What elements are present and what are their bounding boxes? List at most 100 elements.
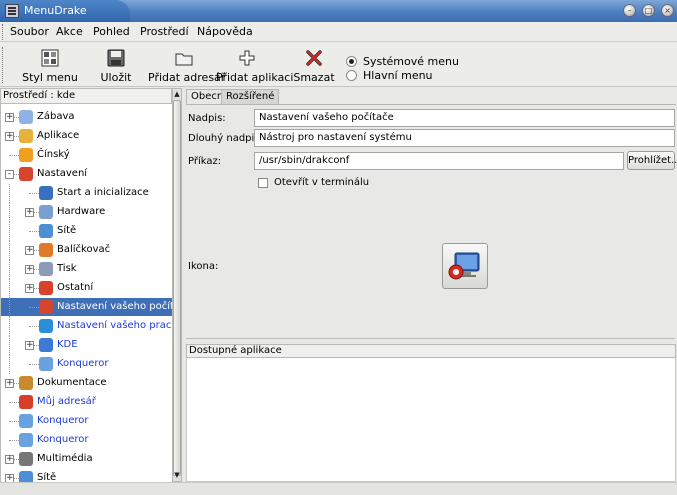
scroll-up-icon[interactable]: ▲	[173, 89, 181, 99]
delete-button[interactable]: Smazat	[292, 43, 336, 87]
tree-item[interactable]: Start a inicializace	[1, 184, 172, 203]
home-icon	[19, 395, 33, 409]
terminal-label: Otevřít v terminálu	[274, 177, 370, 188]
konqueror-icon	[19, 414, 33, 428]
cn-icon	[19, 148, 33, 162]
menu-akce[interactable]: Akce	[56, 25, 83, 38]
system-menu-label: Systémové menu	[363, 55, 459, 68]
menu-soubor[interactable]: Soubor	[10, 25, 49, 38]
tree-item[interactable]: + Hardware	[1, 203, 172, 222]
window-title: MenuDrake	[24, 4, 87, 17]
kde-icon	[39, 338, 53, 352]
menu-prostredi[interactable]: Prostředí	[140, 25, 189, 38]
expand-icon[interactable]: +	[5, 455, 14, 464]
menu-style-label: Styl menu	[22, 71, 78, 84]
available-apps-header: Dostupné aplikace	[186, 344, 676, 358]
menudrake-app-icon[interactable]	[5, 4, 19, 18]
tree-item[interactable]: + Ostatní	[1, 279, 172, 298]
tree-connector	[29, 193, 39, 194]
save-button[interactable]: Uložit	[96, 43, 136, 87]
tree-connector	[9, 317, 10, 336]
tree-item[interactable]: Konqueror	[1, 355, 172, 374]
tree-item[interactable]: + Multimédia	[1, 450, 172, 468]
expand-icon[interactable]: +	[25, 284, 34, 293]
tab-rozsirene[interactable]: Rozšířené	[221, 89, 280, 104]
menubar-grip[interactable]	[2, 24, 5, 40]
expand-icon[interactable]: +	[25, 265, 34, 274]
tree-item-label: Konqueror	[37, 434, 89, 445]
tree-item-label: Dokumentace	[37, 377, 107, 388]
maximize-icon[interactable]: □	[642, 4, 655, 17]
title-field[interactable]: Nastavení vašeho počítače	[254, 109, 675, 127]
available-apps-list[interactable]	[186, 358, 676, 482]
tree-item[interactable]: - Nastavení	[1, 165, 172, 183]
palette-icon	[19, 110, 33, 124]
command-label: Příkaz:	[188, 156, 222, 167]
browse-button[interactable]: Prohlížet...	[627, 151, 677, 170]
icon-picker-button[interactable]	[442, 243, 488, 289]
tree-item[interactable]: Nastavení vašeho počítače	[1, 298, 172, 317]
expand-icon[interactable]: +	[5, 474, 14, 482]
tree-item[interactable]: Konqueror	[1, 431, 172, 449]
menu-pohled[interactable]: Pohled	[93, 25, 130, 38]
tree-item[interactable]: Konqueror	[1, 412, 172, 430]
main-menu-label: Hlavní menu	[363, 69, 433, 82]
add-application-button[interactable]: Přidat aplikaci	[216, 43, 293, 87]
menu-style-button[interactable]: Styl menu	[22, 43, 78, 87]
expand-icon[interactable]: +	[5, 113, 14, 122]
tree-item[interactable]: + Aplikace	[1, 127, 172, 145]
tree-connector	[9, 336, 10, 355]
tree-item[interactable]: Nastavení vašeho pracovního prostředí	[1, 317, 172, 336]
command-field[interactable]: /usr/sbin/drakconf	[254, 152, 624, 170]
tree-item-label: Balíčkovač	[57, 244, 111, 255]
scroll-thumb[interactable]	[173, 100, 181, 476]
tree-item[interactable]: Sítě	[1, 222, 172, 241]
minimize-icon[interactable]: –	[623, 4, 636, 17]
radio-indicator[interactable]	[346, 70, 357, 81]
scroll-down-icon[interactable]: ▼	[173, 470, 181, 480]
config-icon	[19, 167, 33, 181]
toolbar-grip[interactable]	[2, 47, 5, 83]
desktop-config-icon	[39, 319, 53, 333]
computer-config-icon	[448, 252, 480, 280]
tree-item-label: Zábava	[37, 111, 75, 122]
add-folder-button[interactable]: Přidat adresář	[148, 43, 225, 87]
tree-item[interactable]: + Dokumentace	[1, 374, 172, 392]
tree-item[interactable]: + Tisk	[1, 260, 172, 279]
expand-icon[interactable]: +	[25, 341, 34, 350]
tree-connector	[29, 364, 39, 365]
panel-splitter[interactable]	[186, 338, 675, 341]
multimedia-icon	[19, 452, 33, 466]
main-menu-radio[interactable]: Hlavní menu	[346, 69, 433, 82]
folder-icon	[175, 53, 193, 66]
system-menu-radio[interactable]: Systémové menu	[346, 55, 459, 68]
tree-header: Prostředí : kde	[0, 88, 172, 104]
expand-icon[interactable]: +	[25, 208, 34, 217]
tree-item[interactable]: + KDE	[1, 336, 172, 355]
collapse-icon[interactable]: -	[5, 170, 14, 179]
tree-item-label: Konqueror	[57, 358, 109, 369]
tree-connector	[9, 222, 10, 241]
close-icon[interactable]: ×	[661, 4, 674, 17]
menu-tree[interactable]: + Zábava + Aplikace Čínský - Nastavení Start a …	[0, 104, 172, 482]
tree-connector	[9, 421, 19, 422]
terminal-checkbox[interactable]	[258, 178, 268, 188]
tree-item-label: Aplikace	[37, 130, 80, 141]
expand-icon[interactable]: +	[5, 379, 14, 388]
tree-item[interactable]: Čínský	[1, 146, 172, 164]
expand-icon[interactable]: +	[5, 132, 14, 141]
tree-item[interactable]: + Balíčkovač	[1, 241, 172, 260]
tree-item-label: Hardware	[57, 206, 106, 217]
long-title-field[interactable]: Nástroj pro nastavení systému	[254, 129, 675, 147]
docs-icon	[19, 376, 33, 390]
tree-connector	[9, 440, 19, 441]
tree-item[interactable]: + Zábava	[1, 108, 172, 126]
tree-connector	[9, 184, 10, 203]
expand-icon[interactable]: +	[25, 246, 34, 255]
tree-item[interactable]: + Sítě	[1, 469, 172, 482]
tree-item[interactable]: Můj adresář	[1, 393, 172, 411]
radio-indicator[interactable]	[346, 56, 357, 67]
tree-item-label: Můj adresář	[37, 396, 96, 407]
menu-napoveda[interactable]: Nápověda	[197, 25, 253, 38]
plus-icon	[239, 50, 255, 66]
